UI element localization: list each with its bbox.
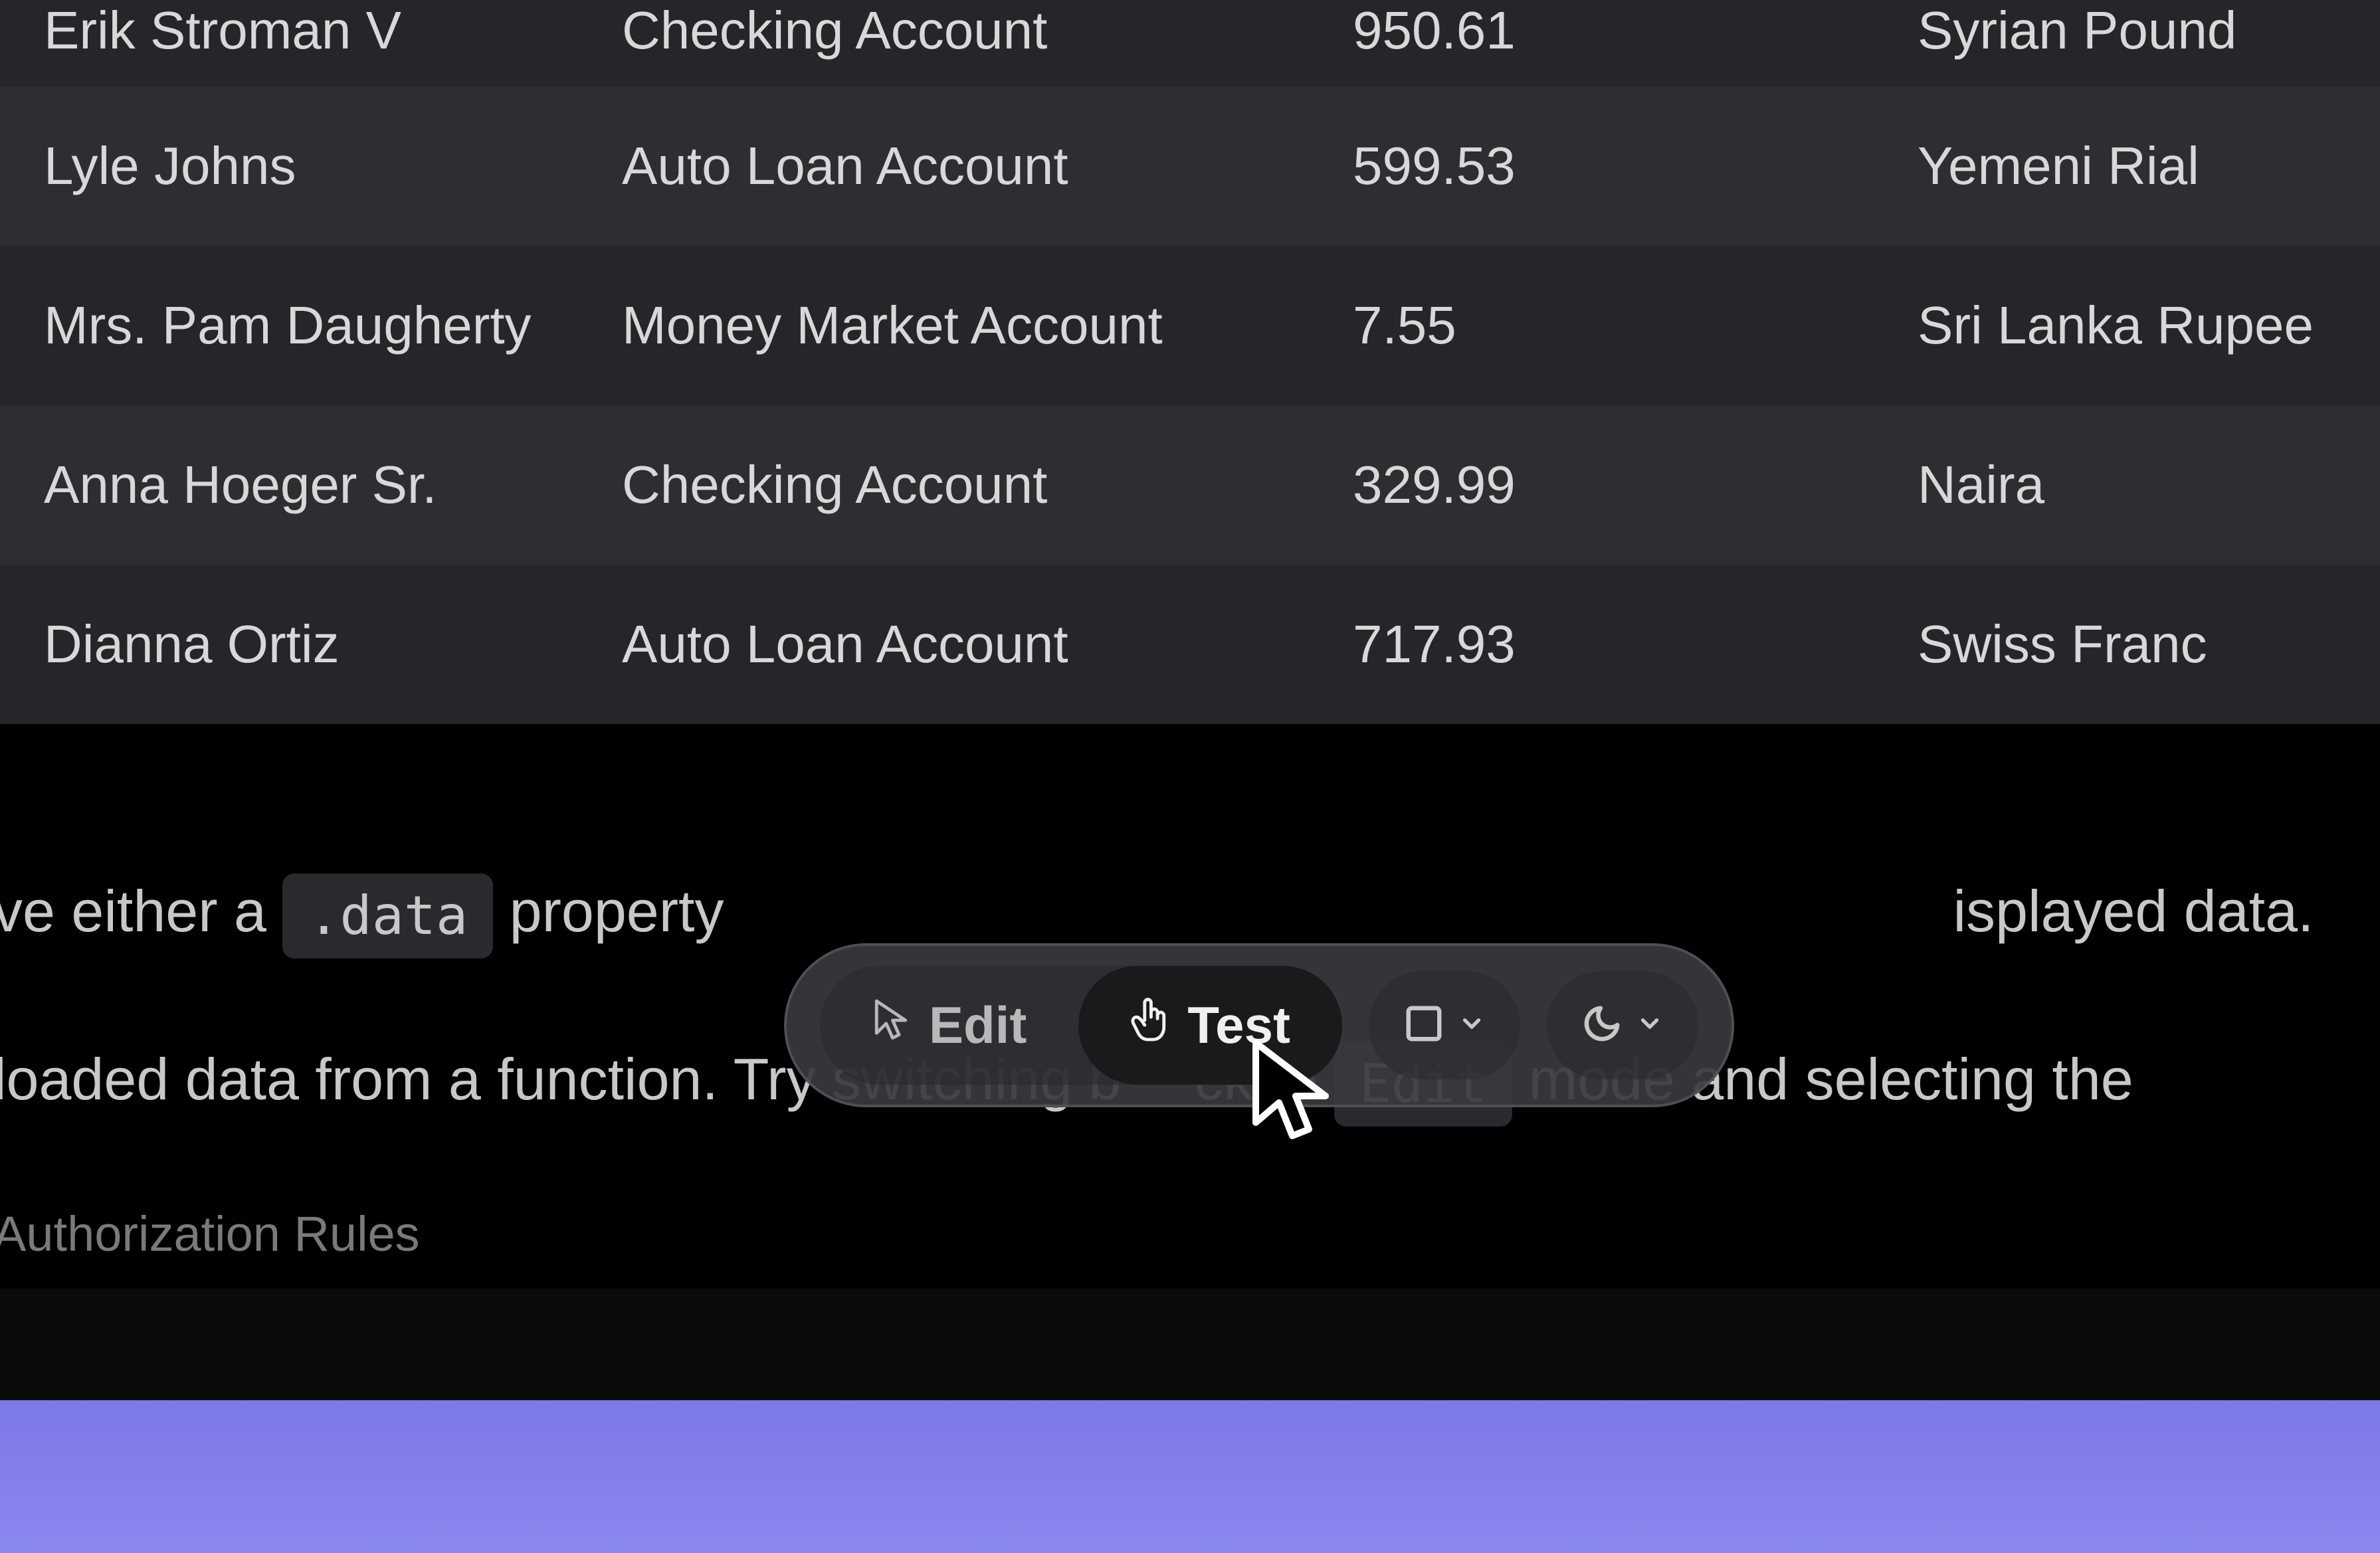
test-mode-button[interactable]: Test bbox=[1078, 966, 1342, 1085]
cell-name: Dianna Ortiz bbox=[44, 614, 622, 675]
cell-account: Auto Loan Account bbox=[622, 614, 1353, 675]
pointer-hand-icon bbox=[1130, 995, 1169, 1055]
viewport-dropdown-button[interactable] bbox=[1369, 971, 1520, 1079]
cell-currency: Naira bbox=[1918, 454, 2336, 515]
cell-currency: Sri Lanka Rupee bbox=[1918, 295, 2336, 356]
cell-amount: 950.61 bbox=[1353, 0, 1918, 61]
mode-toggle: Edit Test bbox=[820, 966, 1342, 1085]
cell-account: Checking Account bbox=[622, 0, 1353, 61]
cell-currency: Syrian Pound bbox=[1918, 0, 2336, 61]
cell-amount: 329.99 bbox=[1353, 454, 1918, 515]
cell-account: Auto Loan Account bbox=[622, 136, 1353, 197]
table-row[interactable]: Anna Hoeger Sr. Checking Account 329.99 … bbox=[0, 405, 2380, 565]
table-row[interactable]: Lyle Johns Auto Loan Account 599.53 Yeme… bbox=[0, 86, 2380, 246]
chevron-down-icon bbox=[1636, 1010, 1664, 1041]
theme-dropdown-button[interactable] bbox=[1547, 971, 1698, 1079]
table-row[interactable]: Erik Stroman V Checking Account 950.61 S… bbox=[0, 0, 2380, 86]
cell-name: Anna Hoeger Sr. bbox=[44, 454, 622, 515]
moon-icon bbox=[1581, 1003, 1623, 1048]
table-row[interactable]: Mrs. Pam Daugherty Money Market Account … bbox=[0, 246, 2380, 405]
cell-name: Erik Stroman V bbox=[44, 0, 622, 61]
description-text: property bbox=[493, 878, 724, 944]
description-text: isplayed data. bbox=[1953, 878, 2314, 944]
edit-label: Edit bbox=[929, 995, 1027, 1055]
authorization-rules-link[interactable]: Authorization Rules bbox=[0, 1200, 420, 1269]
cell-currency: Swiss Franc bbox=[1918, 614, 2336, 675]
cell-amount: 7.55 bbox=[1353, 295, 1918, 356]
cell-amount: 599.53 bbox=[1353, 136, 1918, 197]
square-icon bbox=[1403, 1003, 1444, 1048]
cell-name: Lyle Johns bbox=[44, 136, 622, 197]
cell-account: Checking Account bbox=[622, 454, 1353, 515]
description-text: ve either a bbox=[0, 878, 282, 944]
data-table: Erik Stroman V Checking Account 950.61 S… bbox=[0, 0, 2380, 724]
table-row[interactable]: Dianna Ortiz Auto Loan Account 717.93 Sw… bbox=[0, 565, 2380, 724]
cursor-arrow-icon bbox=[872, 995, 910, 1055]
cell-account: Money Market Account bbox=[622, 295, 1353, 356]
cell-name: Mrs. Pam Daugherty bbox=[44, 295, 622, 356]
floating-toolbar: Edit Test bbox=[784, 943, 1734, 1107]
chevron-down-icon bbox=[1458, 1010, 1486, 1041]
bottom-gradient bbox=[0, 1400, 2380, 1553]
edit-mode-button[interactable]: Edit bbox=[820, 966, 1078, 1085]
cell-amount: 717.93 bbox=[1353, 614, 1918, 675]
cell-currency: Yemeni Rial bbox=[1918, 136, 2336, 197]
code-data-pill: .data bbox=[282, 873, 493, 959]
test-label: Test bbox=[1187, 995, 1290, 1055]
